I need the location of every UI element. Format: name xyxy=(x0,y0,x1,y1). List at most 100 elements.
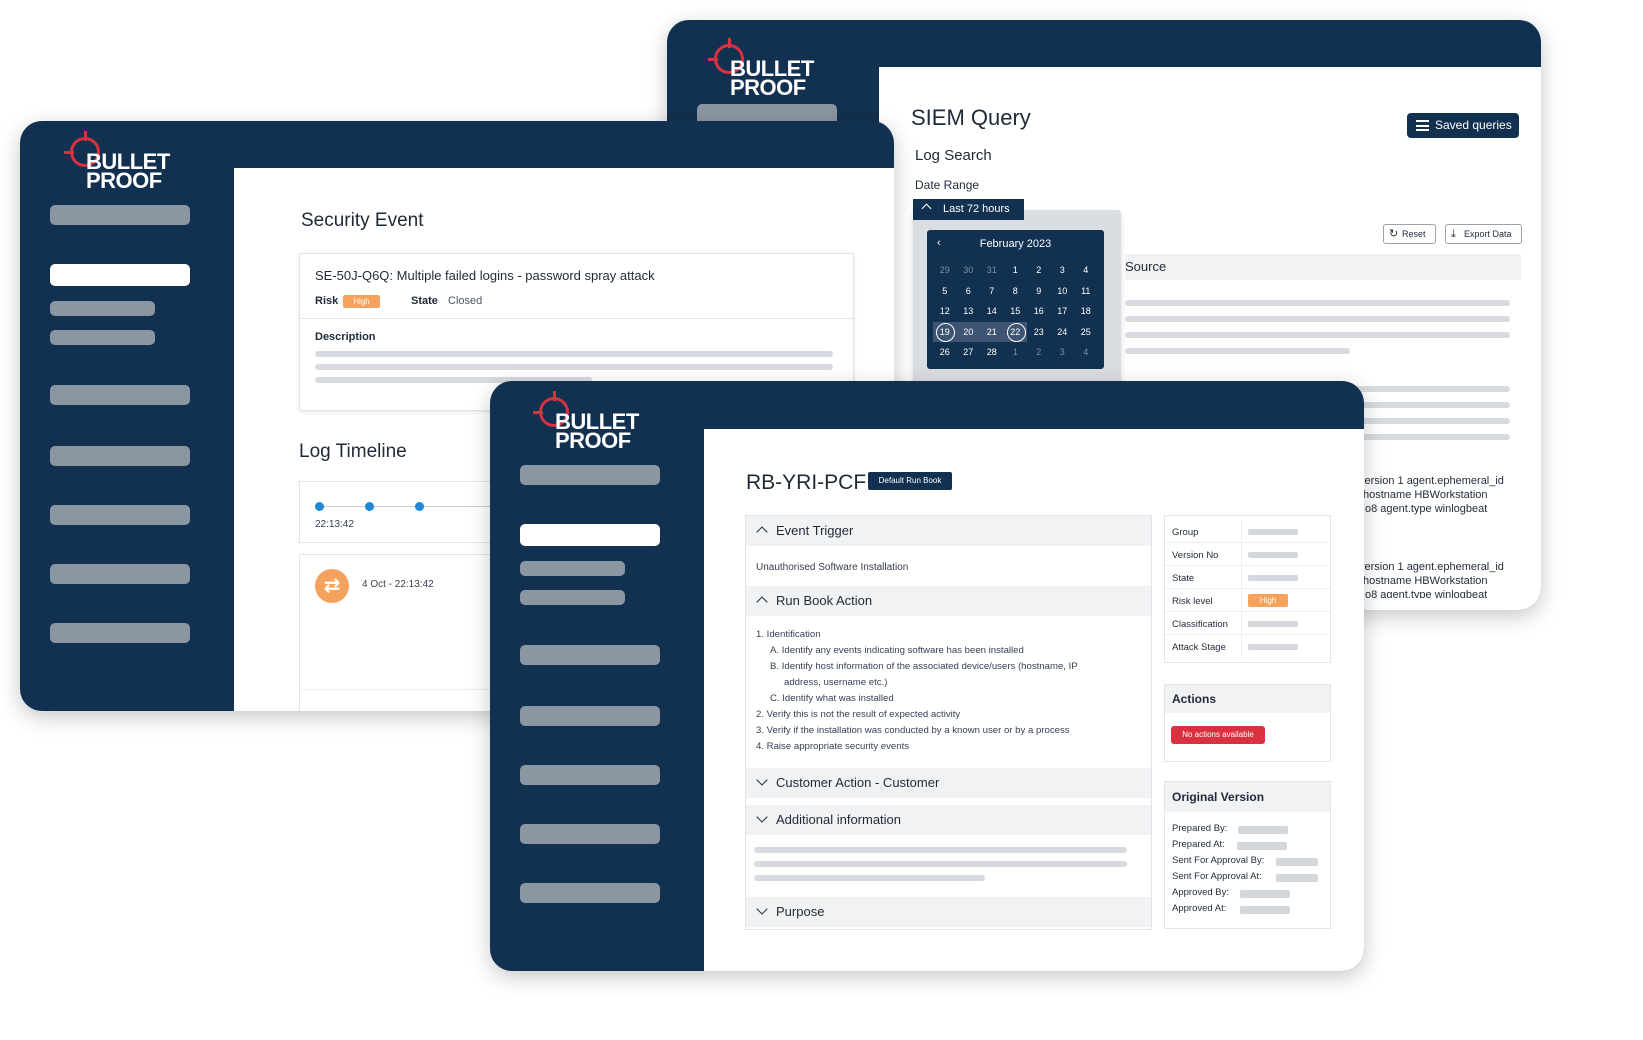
chevron-up-icon xyxy=(756,596,768,608)
sidebar-item-active[interactable] xyxy=(520,524,660,546)
calendar-day[interactable]: 22 xyxy=(1003,321,1027,343)
placeholder-line xyxy=(315,364,833,370)
sidebar-item[interactable] xyxy=(50,385,190,405)
calendar-day[interactable]: 12 xyxy=(933,301,957,322)
sidebar-subitem[interactable] xyxy=(50,330,155,345)
default-run-book-badge: Default Run Book xyxy=(868,472,952,490)
placeholder-line xyxy=(1125,300,1510,306)
run-book-main-panel: RB-YRI-PCF Default Run Book Event Trigge… xyxy=(704,429,1364,971)
calendar-day[interactable]: 7 xyxy=(980,281,1004,302)
saved-queries-label: Saved queries xyxy=(1435,118,1512,132)
placeholder-line xyxy=(1125,332,1510,338)
property-key: Classification xyxy=(1172,619,1228,630)
calendar-day[interactable]: 5 xyxy=(933,281,957,302)
calendar-day[interactable]: 11 xyxy=(1074,281,1098,302)
sidebar-item[interactable] xyxy=(520,706,660,726)
risk-badge: High xyxy=(343,295,380,308)
calendar-day[interactable]: 30 xyxy=(957,260,981,281)
calendar-day[interactable]: 4 xyxy=(1074,342,1098,363)
date-range-value: Last 72 hours xyxy=(943,203,1010,215)
property-value xyxy=(1248,621,1298,627)
sidebar-subitem[interactable] xyxy=(520,590,625,605)
actions-title: Actions xyxy=(1165,685,1330,713)
calendar-day[interactable]: 21 xyxy=(980,321,1004,343)
sidebar-item[interactable] xyxy=(520,465,660,485)
section-label: Additional information xyxy=(776,812,902,827)
calendar-day[interactable]: 16 xyxy=(1027,301,1051,322)
timeline-point[interactable] xyxy=(415,502,424,511)
logo-text-line2: PROOF xyxy=(555,428,631,453)
event-trigger-header[interactable]: Event Trigger xyxy=(746,516,1151,546)
calendar-day[interactable]: 20 xyxy=(956,321,980,343)
calendar-day[interactable]: 23 xyxy=(1027,322,1051,343)
calendar-day[interactable]: 27 xyxy=(957,342,981,363)
calendar-day[interactable]: 14 xyxy=(980,301,1004,322)
sidebar-subitem[interactable] xyxy=(520,561,625,576)
additional-information-header[interactable]: Additional information xyxy=(746,805,1151,835)
calendar-day[interactable]: 2 xyxy=(1027,260,1051,281)
calendar-day[interactable]: 1 xyxy=(1004,260,1028,281)
calendar-day[interactable]: 24 xyxy=(1051,322,1075,343)
calendar-day[interactable]: 18 xyxy=(1074,301,1098,322)
saved-queries-button[interactable]: Saved queries xyxy=(1407,113,1519,138)
sidebar-item[interactable] xyxy=(520,824,660,844)
calendar-day[interactable]: 6 xyxy=(957,281,981,302)
calendar-day[interactable]: 26 xyxy=(933,342,957,363)
step-item: 3. Verify if the installation was conduc… xyxy=(756,725,1070,736)
sidebar-item[interactable] xyxy=(50,505,190,525)
run-book-action-header[interactable]: Run Book Action xyxy=(746,586,1151,616)
sidebar-item[interactable] xyxy=(520,645,660,665)
reset-icon: ↻ xyxy=(1389,228,1399,240)
section-label: Event Trigger xyxy=(776,523,854,538)
calendar-day[interactable]: 10 xyxy=(1051,281,1075,302)
timeline-point[interactable] xyxy=(365,502,374,511)
calendar-day[interactable]: 19 xyxy=(933,321,957,343)
sidebar-subitem[interactable] xyxy=(50,301,155,316)
sidebar-item[interactable] xyxy=(50,446,190,466)
calendar-day[interactable]: 31 xyxy=(980,260,1004,281)
property-key: Attack Stage xyxy=(1172,642,1226,653)
chevron-up-icon xyxy=(921,203,932,214)
timeline-point[interactable] xyxy=(315,502,324,511)
date-range-label: Date Range xyxy=(915,178,980,192)
chevron-down-icon xyxy=(756,774,768,786)
calendar-day[interactable]: 25 xyxy=(1074,322,1098,343)
timeline-title: Log Timeline xyxy=(299,441,407,462)
sidebar-item-active[interactable] xyxy=(50,264,190,286)
actions-panel: Actions No actions available xyxy=(1164,684,1331,762)
sidebar-item[interactable] xyxy=(50,564,190,584)
chevron-up-icon xyxy=(756,526,768,538)
calendar-day[interactable]: 28 xyxy=(980,342,1004,363)
sent-for-approval-at: Sent For Approval At: xyxy=(1172,871,1262,882)
event-trigger-text: Unauthorised Software Installation xyxy=(756,562,909,573)
calendar-day[interactable]: 4 xyxy=(1074,260,1098,281)
customer-action-header[interactable]: Customer Action - Customer xyxy=(746,768,1151,798)
original-version-title: Original Version xyxy=(1165,782,1330,812)
log-line: hostname HBWorkstation xyxy=(1363,489,1488,501)
calendar-day[interactable]: 2 xyxy=(1027,342,1051,363)
calendar-day[interactable]: 13 xyxy=(957,301,981,322)
property-row-attack-stage: Attack Stage xyxy=(1165,635,1330,658)
calendar-day[interactable]: 15 xyxy=(1004,301,1028,322)
sidebar-item[interactable] xyxy=(50,623,190,643)
logo-text-line2: PROOF xyxy=(730,75,806,100)
calendar-day[interactable]: 29 xyxy=(933,260,957,281)
placeholder-value xyxy=(1276,858,1318,866)
sidebar-item[interactable] xyxy=(520,883,660,903)
sidebar-item[interactable] xyxy=(50,205,190,225)
reset-button[interactable]: ↻ Reset xyxy=(1383,224,1436,244)
purpose-header[interactable]: Purpose xyxy=(746,897,1151,927)
sidebar-item[interactable] xyxy=(520,765,660,785)
event-title[interactable]: SE-50J-Q6Q: Multiple failed logins - pas… xyxy=(315,268,655,283)
log-line: o8 agent.type winlogbeat xyxy=(1365,503,1488,515)
calendar-day[interactable]: 1 xyxy=(1004,342,1028,363)
calendar-day[interactable]: 8 xyxy=(1004,281,1028,302)
export-data-button[interactable]: ⤓ Export Data xyxy=(1445,224,1522,244)
calendar-day[interactable]: 17 xyxy=(1051,301,1075,322)
placeholder-line xyxy=(754,847,1127,853)
date-range-button[interactable]: Last 72 hours xyxy=(913,199,1024,220)
calendar-day[interactable]: 3 xyxy=(1051,342,1075,363)
calendar-day[interactable]: 9 xyxy=(1027,281,1051,302)
log-line: version 1 agent.ephemeral_id xyxy=(1359,475,1504,487)
calendar-day[interactable]: 3 xyxy=(1051,260,1075,281)
